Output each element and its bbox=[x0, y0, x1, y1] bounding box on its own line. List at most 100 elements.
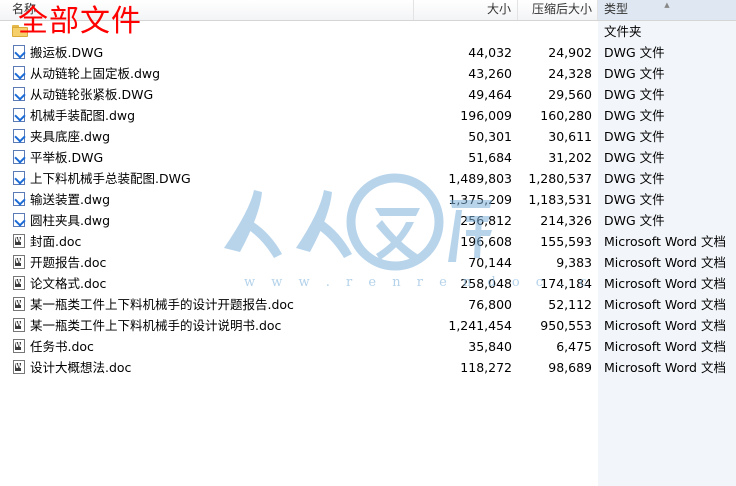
file-compressed-size: 155,593 bbox=[540, 234, 592, 249]
file-compressed-size: 29,560 bbox=[548, 87, 592, 102]
file-type: 文件夹 bbox=[604, 24, 642, 39]
file-type: DWG 文件 bbox=[604, 87, 665, 102]
dwg-file-icon bbox=[13, 45, 25, 59]
file-type: Microsoft Word 文档 bbox=[604, 234, 726, 249]
dwg-file-icon bbox=[13, 87, 25, 101]
file-size: 196,608 bbox=[460, 234, 512, 249]
file-type: DWG 文件 bbox=[604, 171, 665, 186]
file-name: 开题报告.doc bbox=[30, 255, 107, 270]
column-header-size[interactable]: 大小 bbox=[414, 0, 518, 20]
file-name: 某一瓶类工件上下料机械手的设计开题报告.doc bbox=[30, 297, 294, 312]
file-list-window: 名称 大小 压缩后大小 ▲ 类型 全部文件 文件夹 搬运板.DWG 44,032 24… bbox=[0, 0, 736, 486]
file-type: DWG 文件 bbox=[604, 129, 665, 144]
file-compressed-size: 950,553 bbox=[540, 318, 592, 333]
file-row[interactable]: 某一瓶类工件上下料机械手的设计开题报告.doc 76,800 52,112 Micro… bbox=[0, 294, 736, 315]
watermark-url: w w w . r e n r e n d o c . c bbox=[244, 275, 593, 290]
file-row[interactable]: 上下料机械手总装配图.DWG 1,489,803 1,280,537 DWG 文件 bbox=[0, 168, 736, 189]
file-name: 从动链轮上固定板.dwg bbox=[30, 66, 161, 81]
file-compressed-size: 6,475 bbox=[556, 339, 592, 354]
column-header-type[interactable]: ▲ 类型 bbox=[598, 0, 736, 20]
overlay-title: 全部文件 bbox=[18, 4, 142, 39]
doc-file-icon bbox=[13, 255, 25, 269]
file-name: 平举板.DWG bbox=[30, 150, 104, 165]
file-compressed-size: 214,326 bbox=[540, 213, 592, 228]
doc-file-icon bbox=[13, 360, 25, 374]
file-type: Microsoft Word 文档 bbox=[604, 276, 726, 291]
file-row[interactable]: 开题报告.doc 70,144 9,383 Microsoft Word 文档 bbox=[0, 252, 736, 273]
file-name: 封面.doc bbox=[30, 234, 82, 249]
file-type: DWG 文件 bbox=[604, 108, 665, 123]
doc-file-icon bbox=[13, 234, 25, 248]
file-size: 1,375,209 bbox=[448, 192, 512, 207]
file-size: 76,800 bbox=[468, 297, 512, 312]
doc-file-icon bbox=[13, 318, 25, 332]
file-row[interactable]: 搬运板.DWG 44,032 24,902 DWG 文件 bbox=[0, 42, 736, 63]
file-row[interactable]: 平举板.DWG 51,684 31,202 DWG 文件 bbox=[0, 147, 736, 168]
dwg-file-icon bbox=[13, 150, 25, 164]
file-row[interactable]: 圆柱夹具.dwg 256,812 214,326 DWG 文件 bbox=[0, 210, 736, 231]
file-compressed-size: 1,183,531 bbox=[528, 192, 592, 207]
file-row[interactable]: 设计大概想法.doc 118,272 98,689 Microsoft Word 文档 bbox=[0, 357, 736, 378]
file-row[interactable]: 夹具底座.dwg 50,301 30,611 DWG 文件 bbox=[0, 126, 736, 147]
file-row[interactable]: 机械手装配图.dwg 196,009 160,280 DWG 文件 bbox=[0, 105, 736, 126]
file-type: DWG 文件 bbox=[604, 150, 665, 165]
file-name: 上下料机械手总装配图.DWG bbox=[30, 171, 191, 186]
file-type: DWG 文件 bbox=[604, 66, 665, 81]
file-size: 44,032 bbox=[468, 45, 512, 60]
file-type: Microsoft Word 文档 bbox=[604, 360, 726, 375]
file-type: Microsoft Word 文档 bbox=[604, 339, 726, 354]
dwg-file-icon bbox=[13, 213, 25, 227]
file-size: 1,241,454 bbox=[448, 318, 512, 333]
file-size: 49,464 bbox=[468, 87, 512, 102]
file-compressed-size: 1,280,537 bbox=[528, 171, 592, 186]
file-size: 43,260 bbox=[468, 66, 512, 81]
file-compressed-size: 98,689 bbox=[548, 360, 592, 375]
file-name: 从动链轮张紧板.DWG bbox=[30, 87, 154, 102]
file-name: 任务书.doc bbox=[30, 339, 94, 354]
doc-file-icon bbox=[13, 339, 25, 353]
file-row[interactable]: 封面.doc 196,608 155,593 Microsoft Word 文档 bbox=[0, 231, 736, 252]
file-size: 35,840 bbox=[468, 339, 512, 354]
dwg-file-icon bbox=[13, 66, 25, 80]
file-name: 设计大概想法.doc bbox=[30, 360, 132, 375]
dwg-file-icon bbox=[13, 129, 25, 143]
file-name: 论文格式.doc bbox=[30, 276, 107, 291]
file-compressed-size: 9,383 bbox=[556, 255, 592, 270]
file-row[interactable]: 任务书.doc 35,840 6,475 Microsoft Word 文档 bbox=[0, 336, 736, 357]
dwg-file-icon bbox=[13, 171, 25, 185]
file-name: 输送装置.dwg bbox=[30, 192, 111, 207]
file-size: 256,812 bbox=[460, 213, 512, 228]
file-compressed-size: 160,280 bbox=[540, 108, 592, 123]
doc-file-icon bbox=[13, 297, 25, 311]
file-size: 196,009 bbox=[460, 108, 512, 123]
file-type: Microsoft Word 文档 bbox=[604, 297, 726, 312]
file-size: 51,684 bbox=[468, 150, 512, 165]
file-compressed-size: 24,902 bbox=[548, 45, 592, 60]
file-type: DWG 文件 bbox=[604, 213, 665, 228]
column-header-compressed-size[interactable]: 压缩后大小 bbox=[518, 0, 598, 20]
file-name: 某一瓶类工件上下料机械手的设计说明书.doc bbox=[30, 318, 282, 333]
file-size: 1,489,803 bbox=[448, 171, 512, 186]
file-name: 圆柱夹具.dwg bbox=[30, 213, 111, 228]
dwg-file-icon bbox=[13, 192, 25, 206]
file-name: 搬运板.DWG bbox=[30, 45, 104, 60]
file-compressed-size: 30,611 bbox=[548, 129, 592, 144]
file-name: 机械手装配图.dwg bbox=[30, 108, 136, 123]
file-row[interactable]: 从动链轮张紧板.DWG 49,464 29,560 DWG 文件 bbox=[0, 84, 736, 105]
sort-arrow-icon: ▲ bbox=[664, 1, 670, 9]
dwg-file-icon bbox=[13, 108, 25, 122]
file-compressed-size: 24,328 bbox=[548, 66, 592, 81]
file-type: DWG 文件 bbox=[604, 45, 665, 60]
doc-file-icon bbox=[13, 276, 25, 290]
file-row[interactable]: 从动链轮上固定板.dwg 43,260 24,328 DWG 文件 bbox=[0, 63, 736, 84]
file-type: DWG 文件 bbox=[604, 192, 665, 207]
file-name: 夹具底座.dwg bbox=[30, 129, 111, 144]
file-compressed-size: 52,112 bbox=[548, 297, 592, 312]
file-row[interactable]: 输送装置.dwg 1,375,209 1,183,531 DWG 文件 bbox=[0, 189, 736, 210]
file-size: 50,301 bbox=[468, 129, 512, 144]
file-type: Microsoft Word 文档 bbox=[604, 318, 726, 333]
file-type: Microsoft Word 文档 bbox=[604, 255, 726, 270]
file-size: 70,144 bbox=[468, 255, 512, 270]
file-row[interactable]: 某一瓶类工件上下料机械手的设计说明书.doc 1,241,454 950,553 Mi… bbox=[0, 315, 736, 336]
file-compressed-size: 31,202 bbox=[548, 150, 592, 165]
